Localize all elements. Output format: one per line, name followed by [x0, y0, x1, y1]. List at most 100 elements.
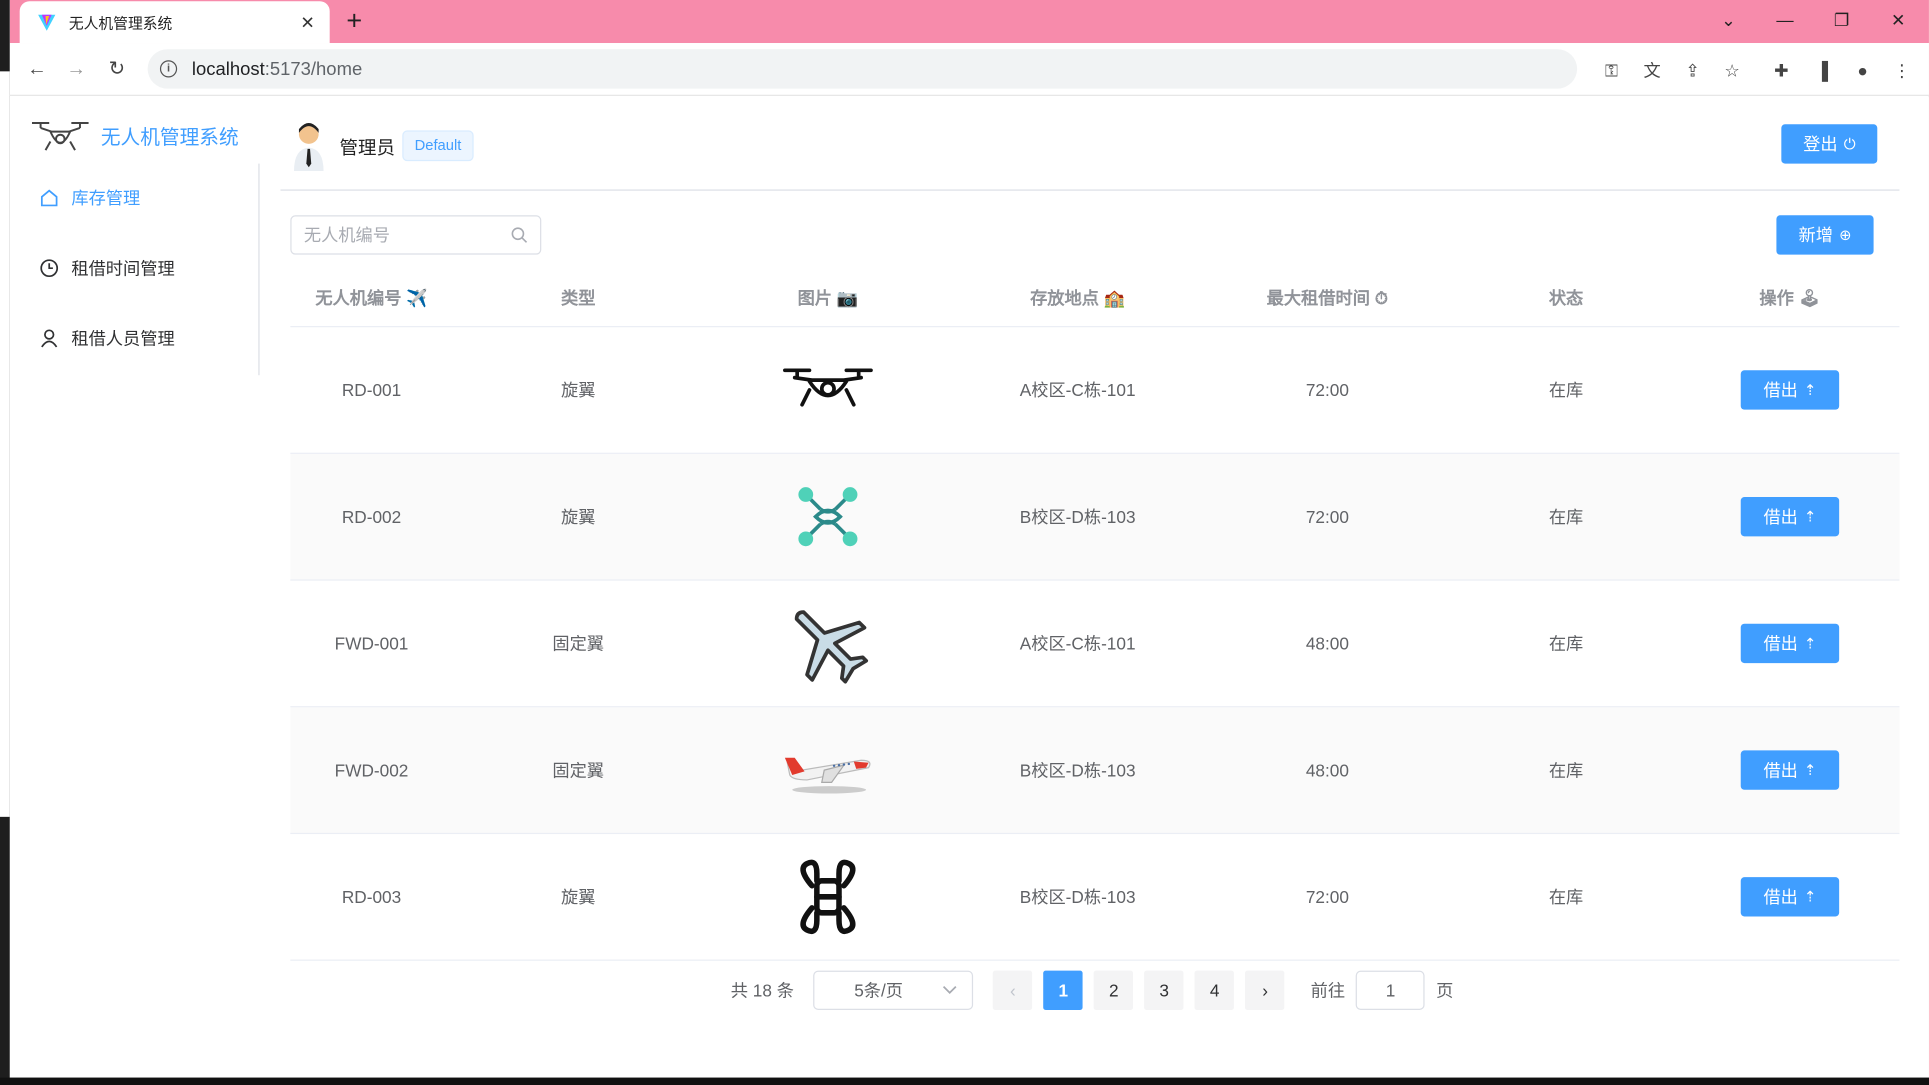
cell-status: 在库	[1548, 380, 1584, 400]
forward-icon[interactable]: →	[59, 53, 93, 87]
goto-suffix: 页	[1436, 980, 1454, 1001]
side-panel-icon[interactable]: ▐	[1810, 58, 1835, 83]
cell-location: B校区-D栋-103	[1019, 886, 1136, 907]
new-tab-button[interactable]: +	[337, 5, 371, 39]
upload-icon: ⇡	[1804, 508, 1817, 526]
url-host: localhost	[191, 58, 265, 80]
sidebar-item-renters[interactable]: 租借人员管理	[10, 304, 259, 373]
cell-type: 旋翼	[560, 886, 596, 907]
power-icon: ⏻	[1843, 134, 1856, 152]
site-info-icon[interactable]: i	[159, 60, 178, 78]
cell-type: 固定翼	[552, 760, 605, 780]
cell-id: RD-002	[341, 506, 402, 527]
plus-circle-icon: ⊕	[1839, 226, 1852, 244]
cell-status: 在库	[1548, 506, 1584, 527]
cell-max-time: 72:00	[1305, 380, 1349, 400]
cell-image	[704, 707, 953, 832]
header: 管理员 Default 登出 ⏻	[280, 97, 1900, 191]
logout-label: 登出	[1803, 134, 1838, 154]
goto-page-input[interactable]: 1	[1356, 970, 1426, 1010]
close-window-icon[interactable]: ✕	[1870, 0, 1927, 39]
prev-page-button[interactable]: ‹	[993, 970, 1033, 1010]
cell-id: FWD-001	[334, 633, 409, 654]
borrow-button[interactable]: 借出 ⇡	[1740, 370, 1840, 410]
sidebar-item-label: 租借时间管理	[71, 258, 175, 279]
sidebar-item-label: 库存管理	[71, 188, 141, 208]
drone-logo-icon	[31, 122, 89, 151]
vite-logo-icon	[38, 14, 56, 31]
cell-max-time: 48:00	[1305, 760, 1349, 780]
table-row: FWD-002 固定翼 B校区-D栋-103 48:00 在库 借出 ⇡	[290, 707, 1900, 835]
page-button-1[interactable]: 1	[1043, 970, 1084, 1010]
quadcopter-icon	[783, 368, 873, 407]
user-icon	[39, 328, 59, 348]
column-header[interactable]: 无人机编号 ✈️	[290, 269, 452, 326]
add-button[interactable]: 新增 ⊕	[1776, 215, 1874, 255]
upload-icon: ⇡	[1804, 381, 1817, 399]
borrow-label: 借出	[1763, 760, 1798, 780]
page-button-3[interactable]: 3	[1144, 970, 1184, 1010]
page-size-select[interactable]: 5条/页	[813, 970, 974, 1010]
sidebar-item-label: 租借人员管理	[71, 328, 175, 349]
bookmark-star-icon[interactable]: ☆	[1720, 58, 1745, 83]
avatar	[294, 123, 324, 171]
cell-location: B校区-D栋-103	[1019, 506, 1136, 527]
sidebar-item-inventory[interactable]: 库存管理	[10, 164, 259, 233]
cell-type: 旋翼	[560, 380, 596, 400]
page-size-value: 5条/页	[854, 980, 904, 1001]
url-path: :5173/home	[264, 58, 363, 80]
column-header[interactable]: 存放地点 🏫	[952, 269, 1203, 326]
column-header[interactable]: 图片 📷	[704, 269, 953, 326]
share-icon[interactable]: ⇪	[1680, 58, 1705, 83]
menu-dots-icon[interactable]: ⋮	[1890, 58, 1915, 83]
page-button-4[interactable]: 4	[1194, 970, 1235, 1010]
column-header[interactable]: 类型	[453, 269, 704, 326]
borrow-label: 借出	[1763, 380, 1798, 400]
column-header[interactable]: 状态	[1452, 269, 1681, 326]
next-page-button[interactable]: ›	[1245, 970, 1285, 1010]
tab-close-icon[interactable]: ✕	[298, 12, 318, 33]
pagination: 共 18 条 5条/页 ‹ 1 2 3 4 › 前往 1 页	[731, 970, 1454, 1010]
window-edge	[0, 0, 10, 1085]
cell-id: FWD-002	[334, 760, 409, 780]
borrow-button[interactable]: 借出 ⇡	[1740, 497, 1840, 537]
title-bar: 无人机管理系统 ✕ + ⌄ — ❐ ✕	[9, 0, 1929, 44]
cell-type: 旋翼	[560, 506, 596, 527]
user-name: 管理员	[339, 137, 395, 159]
browser-window: 无人机管理系统 ✕ + ⌄ — ❐ ✕ ← → ↻ i localhost:51…	[9, 0, 1929, 1078]
extensions-icon[interactable]: ✚	[1769, 58, 1794, 83]
cell-id: RD-003	[341, 886, 402, 907]
address-bar[interactable]: i localhost:5173/home	[147, 49, 1578, 89]
tab-title: 无人机管理系统	[68, 14, 173, 32]
borrow-button[interactable]: 借出 ⇡	[1740, 877, 1840, 917]
cell-action: 借出 ⇡	[1680, 707, 1899, 832]
search-placeholder: 无人机编号	[303, 225, 390, 245]
tab-search-icon[interactable]: ⌄	[1700, 0, 1757, 39]
airplane-icon	[794, 610, 869, 684]
drone-table: 无人机编号 ✈️ 类型 图片 📷 存放地点 🏫 最大租借时间 ⏱ 状态 操作 🕹…	[290, 269, 1900, 961]
sidebar: 库存管理 租借时间管理 租借人员管理	[10, 163, 260, 376]
reload-icon[interactable]: ↻	[100, 53, 134, 87]
back-icon[interactable]: ←	[20, 53, 54, 87]
upload-icon: ⇡	[1804, 761, 1817, 779]
role-tag: Default	[402, 130, 474, 162]
borrow-button[interactable]: 借出 ⇡	[1740, 750, 1840, 790]
search-input[interactable]: 无人机编号	[290, 215, 542, 255]
cell-id: RD-001	[341, 380, 402, 400]
column-header[interactable]: 操作 🕹	[1680, 269, 1899, 326]
logout-button[interactable]: 登出 ⏻	[1781, 124, 1878, 164]
browser-tab[interactable]: 无人机管理系统 ✕	[19, 1, 330, 44]
restore-icon[interactable]: ❐	[1813, 0, 1870, 39]
translate-icon[interactable]: 文	[1640, 58, 1665, 83]
column-header[interactable]: 最大租借时间 ⏱	[1203, 269, 1452, 326]
cell-location: A校区-C栋-101	[1019, 380, 1136, 400]
search-icon	[511, 227, 528, 243]
sidebar-item-rental-time[interactable]: 租借时间管理	[10, 234, 259, 303]
minimize-icon[interactable]: —	[1757, 0, 1814, 39]
cell-status: 在库	[1548, 760, 1584, 780]
page-button-2[interactable]: 2	[1094, 970, 1134, 1010]
borrow-button[interactable]: 借出 ⇡	[1740, 623, 1840, 664]
profile-icon[interactable]: ●	[1850, 58, 1875, 83]
cell-action: 借出 ⇡	[1680, 834, 1899, 959]
key-icon[interactable]: ⚿	[1599, 58, 1624, 83]
